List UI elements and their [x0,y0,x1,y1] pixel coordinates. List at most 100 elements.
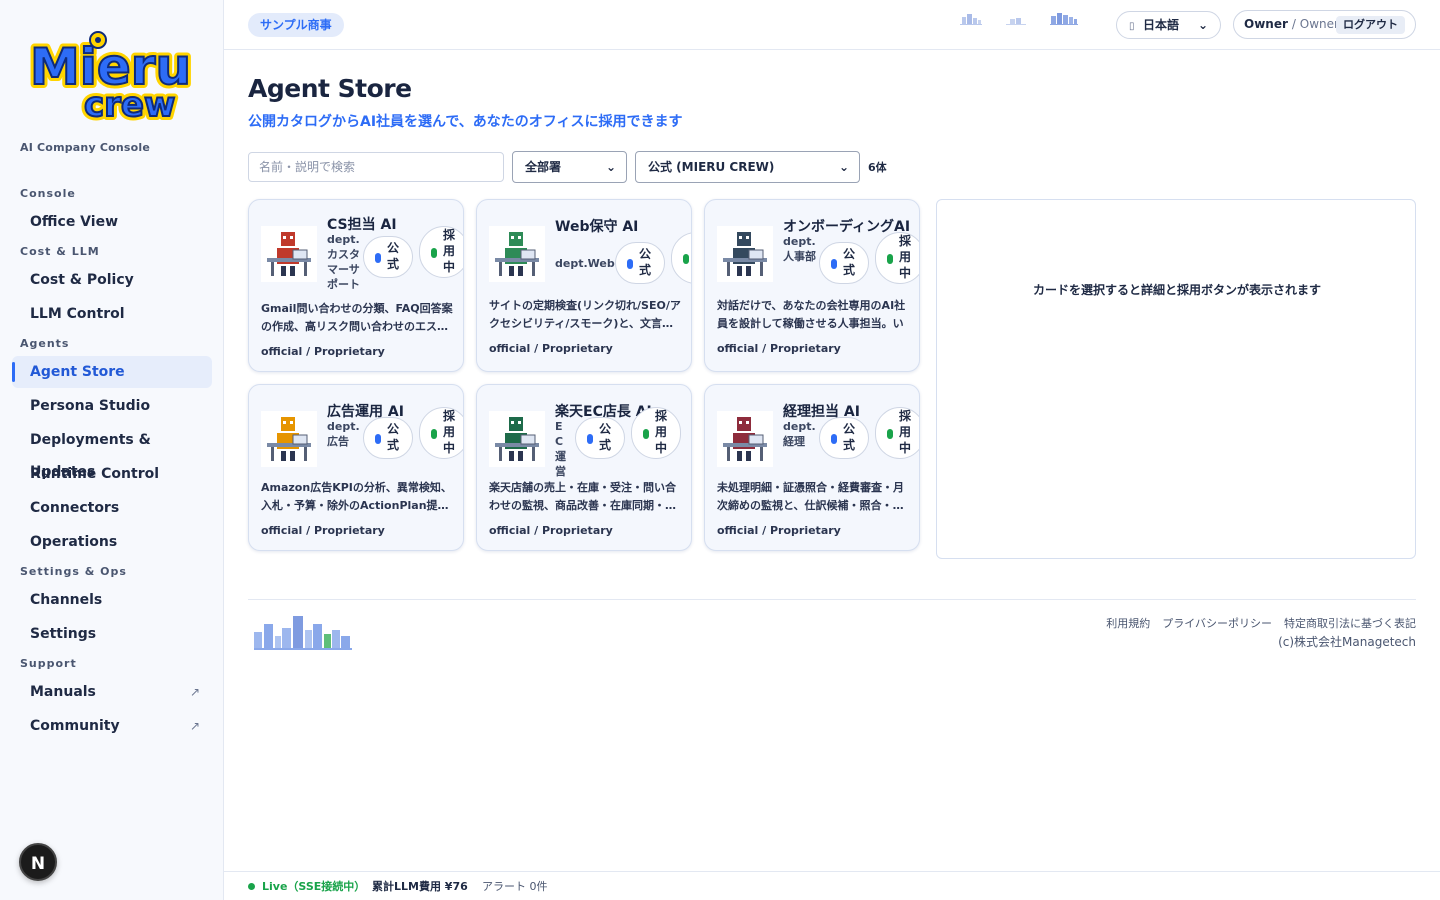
agent-license: official / Proprietary [717,342,841,355]
privacy-link[interactable]: プライバシーポリシー [1162,617,1272,630]
language-select[interactable]: ▯ 日本語 ⌄ [1116,11,1221,39]
status-badge-label: 採用中 [898,234,911,280]
sidebar-item-persona-studio[interactable]: Persona Studio [12,390,212,422]
sidebar-item-manuals[interactable]: Manuals ↗ [12,676,212,708]
sidebar-item-community[interactable]: Community ↗ [12,710,212,742]
sidebar-item-label: Operations [30,534,118,550]
nav-section-label: Support [20,657,77,670]
building-icon-3 [1050,13,1078,25]
sidebar-item-connectors[interactable]: Connectors [12,492,212,524]
sidebar-item-label: Settings [30,626,97,642]
agent-card[interactable]: 広告運用 AI dept. 広告 公式 採用中 Amazon広告KPIの分析、異常検知、… [248,384,464,551]
agent-card[interactable]: 経理担当 AI dept. 経理 公式 採用中 未処理明細・証憑照合・経費審査・月次締め… [704,384,920,551]
adopted-status-badge: 採用中 [875,407,919,459]
status-dot-icon [887,429,893,439]
status-dot-icon [431,248,437,258]
official-badge: 公式 [363,236,413,278]
tokusho-link[interactable]: 特定商取引法に基づく表記 [1284,617,1416,630]
status-badge-label: 採用中 [442,409,455,455]
source-select[interactable]: 公式 (MIERU CREW) ⌄ [635,151,860,183]
company-chip[interactable]: サンプル商事 [248,13,344,37]
status-bar: Live（SSE接続中） 累計LLM費用 ¥76 アラート 0件 [224,871,1440,900]
nav-section-label: Agents [20,337,70,350]
alert-count[interactable]: アラート 0件 [482,872,548,900]
agent-count: 6体 [868,161,887,174]
chevron-down-icon: ⌄ [1197,18,1208,32]
agent-dept: dept. 人事部 [783,235,816,263]
official-badge-label: 公式 [386,422,399,452]
source-select-value: 公式 (MIERU CREW) [648,160,775,174]
user-name: Owner [1244,17,1288,31]
agent-card[interactable]: Web保守 AI dept.Web 公式採用中サイトの定期検査(リンク切れ/SEO/… [476,199,692,372]
status-badge-label: 採用中 [654,409,667,455]
detail-panel: カードを選択すると詳細と採用ボタンが表示されます [936,199,1416,559]
sidebar-item-llm-control[interactable]: LLM Control [12,298,212,330]
sidebar-item-label: LLM Control [30,306,125,322]
adopted-status-badge: 採用中 [419,226,463,278]
department-select[interactable]: 全部署 ⌄ [512,151,627,183]
agent-license: official / Proprietary [489,342,613,355]
department-select-value: 全部署 [525,160,562,174]
official-badge-label: 公式 [638,247,651,277]
agent-license: official / Proprietary [717,524,841,537]
sidebar-item-agent-store[interactable]: Agent Store [12,356,212,388]
agent-card[interactable]: 楽天EC店長 AI EC 運 営公式 採用中 楽天店舗の売上・在庫・受注・問い合わせの… [476,384,692,551]
agent-avatar-icon [489,226,545,282]
live-status: Live（SSE接続中） [262,880,366,893]
external-link-icon: ↗ [189,719,200,733]
logout-button[interactable]: ログアウト [1336,16,1405,34]
official-badge-label: 公式 [842,422,855,452]
sidebar-item-label: Manuals [30,684,96,700]
agent-description: 未処理明細・証憑照合・経費審査・月次締めの監視と、仕訳候補・照合・差戻 [717,481,904,512]
official-dot-icon [375,434,381,444]
footer-links: 利用規約 プライバシーポリシー 特定商取引法に基づく表記 [1094,615,1416,631]
official-dot-icon [831,259,837,269]
agent-description: サイトの定期検査(リンク切れ/SEO/アクセシビリティ/スモーク)と、文言修正 [489,299,681,330]
official-badge-label: 公式 [386,241,399,271]
agent-card[interactable]: オンボーディングAI dept. 人事部 公式 採用中 対話だけで、あなたの会社専用のA… [704,199,920,372]
agent-name: Web保守 AI [555,219,639,235]
nav-section-label: Cost & LLM [20,245,100,258]
agent-dept: EC 運 営 [555,420,566,478]
search-input[interactable] [248,152,504,182]
agent-card[interactable]: CS担当 AI dept. カスタマーサポート 公式 採用中 Gmail問い合わせの分類… [248,199,464,372]
chevron-down-icon: ⌄ [605,160,616,174]
sidebar-nav: Console Office View Cost & LLM Cost & Polic… [12,180,212,744]
n-badge-icon[interactable]: N [19,843,57,881]
chevron-down-icon: ⌄ [838,160,849,174]
terms-link[interactable]: 利用規約 [1106,617,1150,630]
sidebar-item-label: Runtime Control [30,466,160,482]
agent-license: official / Proprietary [261,524,385,537]
sidebar-item-operations[interactable]: Operations [12,526,212,558]
mieru-crew-logo[interactable]: Mieru Mieru crew crew [28,26,192,122]
sidebar-item-settings[interactable]: Settings [12,618,212,650]
official-badge: 公式 [819,417,869,459]
external-link-icon: ↗ [189,685,200,699]
official-badge: 公式 [363,417,413,459]
sidebar-item-runtime-control[interactable]: Runtime Control [12,458,212,490]
official-badge: 公式 [819,242,869,284]
status-badge-label: 採用中 [442,228,455,274]
agent-license: official / Proprietary [489,524,613,537]
agent-avatar-icon [261,226,317,282]
status-dot-icon [683,254,689,264]
sidebar-item-channels[interactable]: Channels [12,584,212,616]
agent-name: CS担当 AI [327,217,397,233]
adopted-status-badge: 採用中 [875,232,919,284]
status-dot-icon [643,429,649,439]
sidebar-item-cost-policy[interactable]: Cost & Policy [12,264,212,296]
sidebar-item-deployments-updates[interactable]: Deployments & Updates [12,424,212,480]
adopted-status-badge: 採用中 [671,232,691,284]
sidebar-item-office-view[interactable]: Office View [12,206,212,238]
official-dot-icon [627,259,633,269]
agent-description: 楽天店舗の売上・在庫・受注・問い合わせの監視、商品改善・在庫同期・返信 [489,481,676,512]
status-dot-icon [431,429,437,439]
sidebar: Mieru Mieru crew crew AI Company Console… [0,0,224,900]
adopted-status-badge: 採用中 [631,407,681,459]
sidebar-item-label: Agent Store [30,364,125,380]
page-title: Agent Store [248,74,412,103]
llm-cost: 累計LLM費用 ¥76 [372,880,468,893]
agent-dept: dept. カスタマーサポート [327,233,360,291]
user-box: Owner / Owner ログアウト [1233,10,1416,39]
agent-avatar-icon [489,411,545,467]
